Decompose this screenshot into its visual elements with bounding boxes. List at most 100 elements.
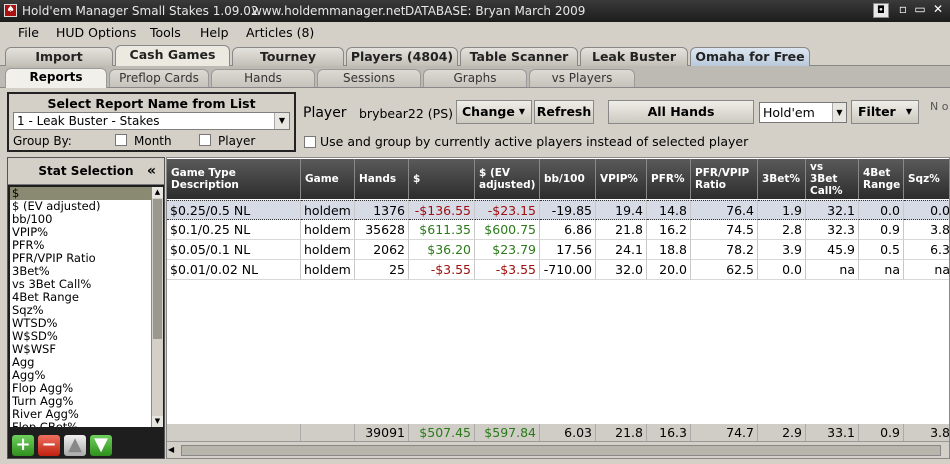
cell-dollars: $611.35 [409, 220, 475, 240]
filter-button[interactable]: Filter ▼ [851, 100, 919, 124]
chevron-down-icon[interactable]: ▼ [832, 103, 846, 122]
all-hands-button[interactable]: All Hands [608, 100, 754, 124]
scroll-up-icon[interactable]: ▲ [152, 187, 163, 198]
move-up-icon[interactable]: ▲ [64, 435, 86, 456]
refresh-button[interactable]: Refresh [534, 100, 594, 124]
tab-import[interactable]: Import [5, 47, 113, 66]
col-bb100[interactable]: bb/100 [540, 159, 596, 199]
month-checkbox[interactable] [115, 134, 127, 146]
table-row[interactable]: $0.05/0.1 NL holdem 2062 $36.20 $23.79 17.56 2… [167, 240, 949, 260]
cell-sqz: 0.0 [904, 200, 949, 220]
change-button[interactable]: Change ▼ [456, 100, 532, 124]
scroll-thumb[interactable] [181, 445, 941, 456]
menu-help[interactable]: Help [200, 25, 229, 40]
tab-cash-games[interactable]: Cash Games [115, 45, 230, 67]
restore-icon[interactable]: ◘ [873, 3, 889, 18]
cell-sqz: na [904, 260, 949, 280]
cell-desc: $0.25/0.5 NL [167, 200, 301, 220]
cell-pfr: 18.8 [647, 240, 691, 260]
col-dollars[interactable]: $ [409, 159, 475, 199]
tab-reports[interactable]: Reports [5, 68, 107, 88]
total-dollars: $507.45 [409, 424, 475, 442]
table-row[interactable]: $0.25/0.5 NL holdem 1376 -$136.55 -$23.15 -19… [167, 200, 949, 220]
close-icon[interactable]: ✕ [930, 3, 946, 18]
total-sqz: 3.8 [904, 424, 949, 442]
col-sqz[interactable]: Sqz% [904, 159, 949, 199]
col-4bet-range[interactable]: 4Bet Range [859, 159, 904, 199]
tab-hands[interactable]: Hands [211, 69, 315, 87]
remove-stat-icon[interactable]: − [38, 435, 60, 456]
cell-game: holdem [301, 260, 355, 280]
collapse-icon[interactable]: « [147, 158, 156, 185]
total-hands: 39091 [355, 424, 409, 442]
scroll-left-icon[interactable]: ◀ [168, 445, 174, 454]
add-stat-icon[interactable]: + [12, 435, 34, 456]
cell-vpip: 19.4 [596, 200, 647, 220]
scroll-down-icon[interactable]: ▼ [152, 416, 163, 427]
stat-list-item[interactable]: Flop CBet% [10, 421, 151, 428]
minimize-icon[interactable]: ▫ [895, 3, 911, 18]
chevron-down-icon[interactable]: ▼ [274, 113, 289, 129]
move-down-icon[interactable]: ▼ [90, 435, 112, 456]
cell-fourbet: 0.9 [859, 220, 904, 240]
group-by-label: Group By: [13, 134, 72, 148]
cell-fourbet: 0.5 [859, 240, 904, 260]
tab-graphs[interactable]: Graphs [423, 69, 527, 87]
cell-sqz: 3.8 [904, 220, 949, 240]
cell-hands: 25 [355, 260, 409, 280]
cell-vs3bet: 45.9 [806, 240, 859, 260]
col-vs-3bet-call[interactable]: vs 3Bet Call% [806, 159, 859, 199]
menu-hud-options[interactable]: HUD Options [56, 25, 136, 40]
tab-table-scanner[interactable]: Table Scanner [460, 47, 578, 66]
table-row[interactable]: $0.1/0.25 NL holdem 35628 $611.35 $600.75 6.8… [167, 220, 949, 240]
report-name-dropdown[interactable]: 1 - Leak Buster - Stakes ▼ [13, 112, 290, 130]
scroll-thumb[interactable] [153, 199, 162, 339]
tab-vs-players[interactable]: vs Players [529, 69, 635, 87]
total-vpip: 21.8 [596, 424, 647, 442]
player-name: brybear22 (PS) [359, 106, 454, 121]
cell-hands: 35628 [355, 220, 409, 240]
totals-row: 39091 $507.45 $597.84 6.03 21.8 16.3 74.… [167, 424, 949, 442]
cell-sqz: 6.3 [904, 240, 949, 260]
col-3bet[interactable]: 3Bet% [758, 159, 806, 199]
stat-selection-panel: Stat Selection « $ $ (EV adjusted) bb/100 V… [7, 157, 165, 459]
col-ev-adjusted[interactable]: $ (EV adjusted) [475, 159, 540, 199]
game-type-dropdown[interactable]: Hold'em ▼ [759, 102, 847, 123]
col-hands[interactable]: Hands [355, 159, 409, 199]
database-label: DATABASE: Bryan March 2009 [405, 4, 586, 18]
cell-fourbet: na [859, 260, 904, 280]
cell-hands: 2062 [355, 240, 409, 260]
table-row[interactable]: $0.01/0.02 NL holdem 25 -$3.55 -$3.55 -710.00… [167, 260, 949, 280]
tab-sessions[interactable]: Sessions [317, 69, 421, 87]
filter-label: Filter [858, 104, 896, 119]
use-active-players-checkbox[interactable] [304, 136, 316, 148]
col-pfr-vpip-ratio[interactable]: PFR/VPIP Ratio [691, 159, 758, 199]
tab-omaha-for-free[interactable]: Omaha for Free [690, 47, 810, 66]
total-pfr: 16.3 [647, 424, 691, 442]
player-checkbox[interactable] [199, 134, 211, 146]
cell-threebet: 1.9 [758, 200, 806, 220]
maximize-icon[interactable]: ▭ [912, 3, 928, 18]
cell-ev: $23.79 [475, 240, 540, 260]
col-game-type-description[interactable]: Game Type Description [167, 159, 301, 199]
cell-fourbet: 0.0 [859, 200, 904, 220]
menu-bar: File HUD Options Tools Help Articles (8) [0, 22, 950, 44]
col-game[interactable]: Game [301, 159, 355, 199]
total-vs-3bet: 33.1 [806, 424, 859, 442]
caret-down-icon: ▼ [518, 107, 525, 116]
menu-file[interactable]: File [18, 25, 39, 40]
tab-tourney[interactable]: Tourney [232, 47, 344, 66]
stat-list[interactable]: $ $ (EV adjusted) bb/100 VPIP% PFR% PFR/VPIP … [10, 187, 151, 427]
tab-players[interactable]: Players (4804) [346, 47, 458, 66]
menu-tools[interactable]: Tools [150, 25, 181, 40]
cell-vs3bet: na [806, 260, 859, 280]
col-vpip[interactable]: VPIP% [596, 159, 647, 199]
report-selection-panel: Select Report Name from List 1 - Leak Bu… [7, 92, 296, 152]
col-pfr[interactable]: PFR% [647, 159, 691, 199]
menu-articles[interactable]: Articles (8) [246, 25, 314, 40]
grid-horizontal-scrollbar[interactable]: ◀ [167, 441, 949, 458]
tab-leak-buster[interactable]: Leak Buster [580, 47, 688, 66]
tab-preflop-cards[interactable]: Preflop Cards [109, 69, 209, 87]
stat-list-scrollbar[interactable]: ▲ ▼ [151, 187, 163, 427]
cell-ratio: 78.2 [691, 240, 758, 260]
